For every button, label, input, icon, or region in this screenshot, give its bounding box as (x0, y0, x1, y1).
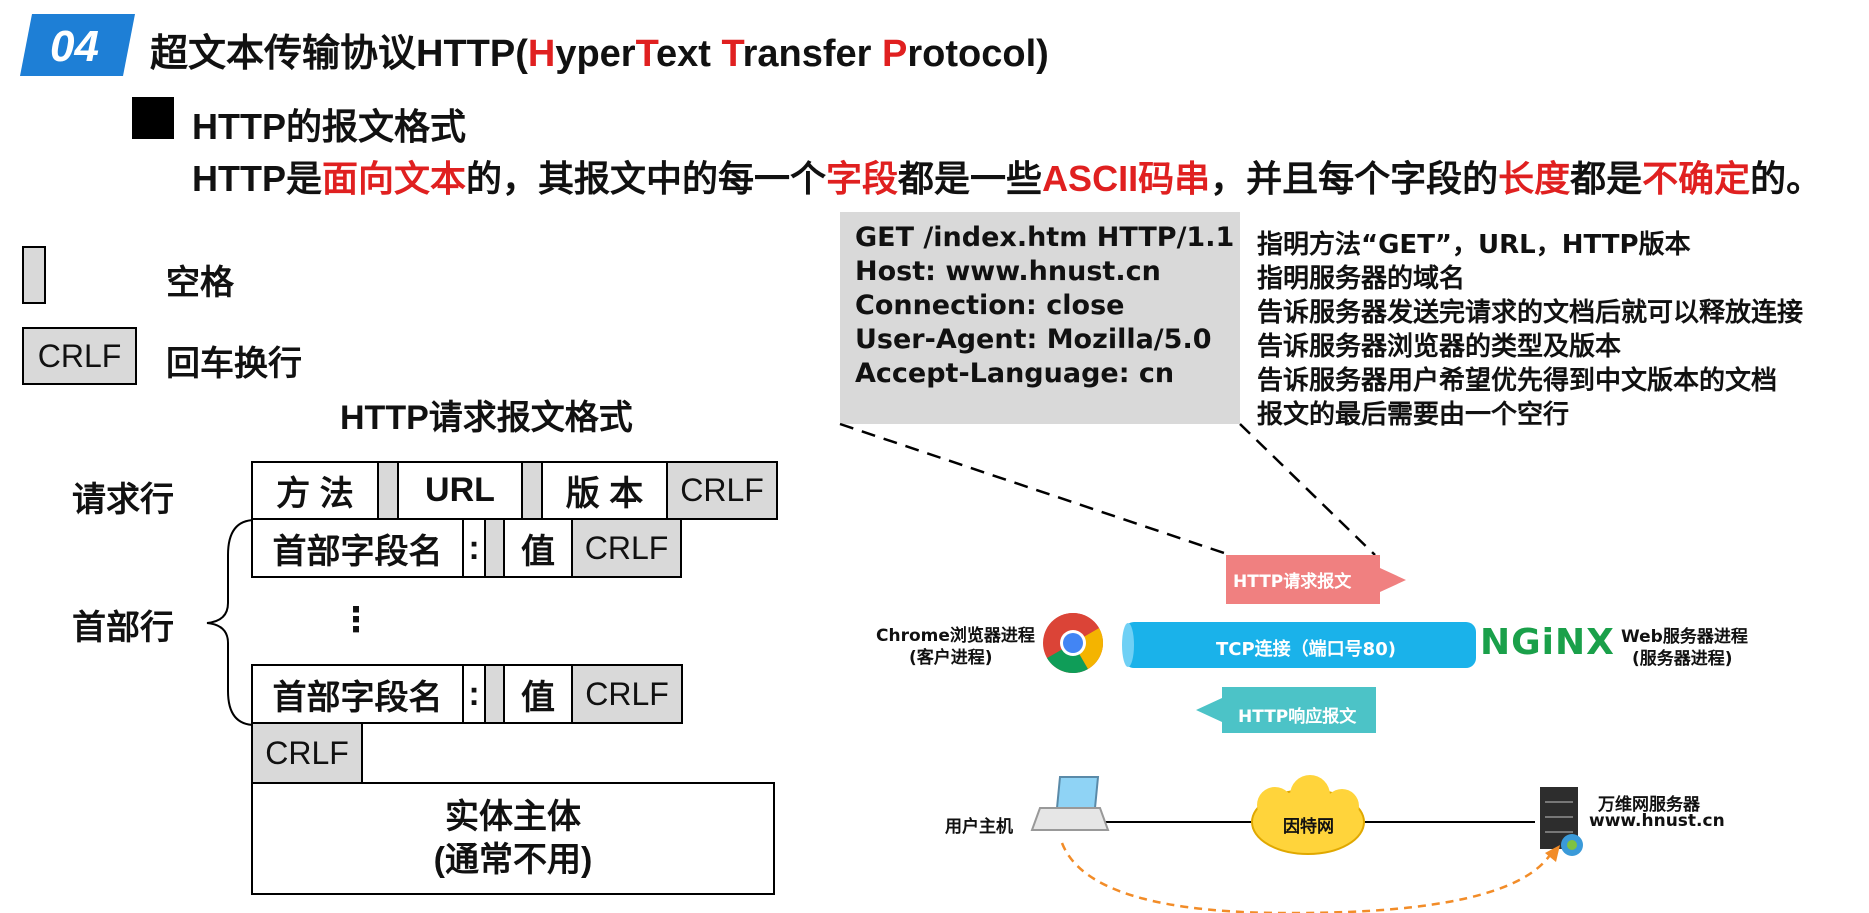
www-server-domain: www.hnust.cn (1589, 811, 1725, 831)
server-icon (1540, 787, 1583, 856)
nginx-logo: NGiNX (1480, 622, 1615, 663)
pointer-line (1239, 423, 1376, 556)
request-arrow-label: HTTP请求报文 (1233, 572, 1352, 592)
client-process-sub: (客户进程) (909, 648, 993, 668)
tcp-connection-label: TCP连接（端口号80) (1216, 639, 1396, 660)
response-arrow-label: HTTP响应报文 (1238, 707, 1357, 727)
laptop-icon (1030, 776, 1110, 831)
tcp-pipe-end (1122, 623, 1134, 667)
network-diagram (839, 422, 1583, 913)
server-process-sub: (服务器进程) (1632, 649, 1733, 669)
internet-label: 因特网 (1283, 817, 1334, 837)
chrome-icon (1043, 612, 1103, 674)
user-host-label: 用户主机 (945, 817, 1013, 837)
pointer-line (839, 422, 1231, 557)
